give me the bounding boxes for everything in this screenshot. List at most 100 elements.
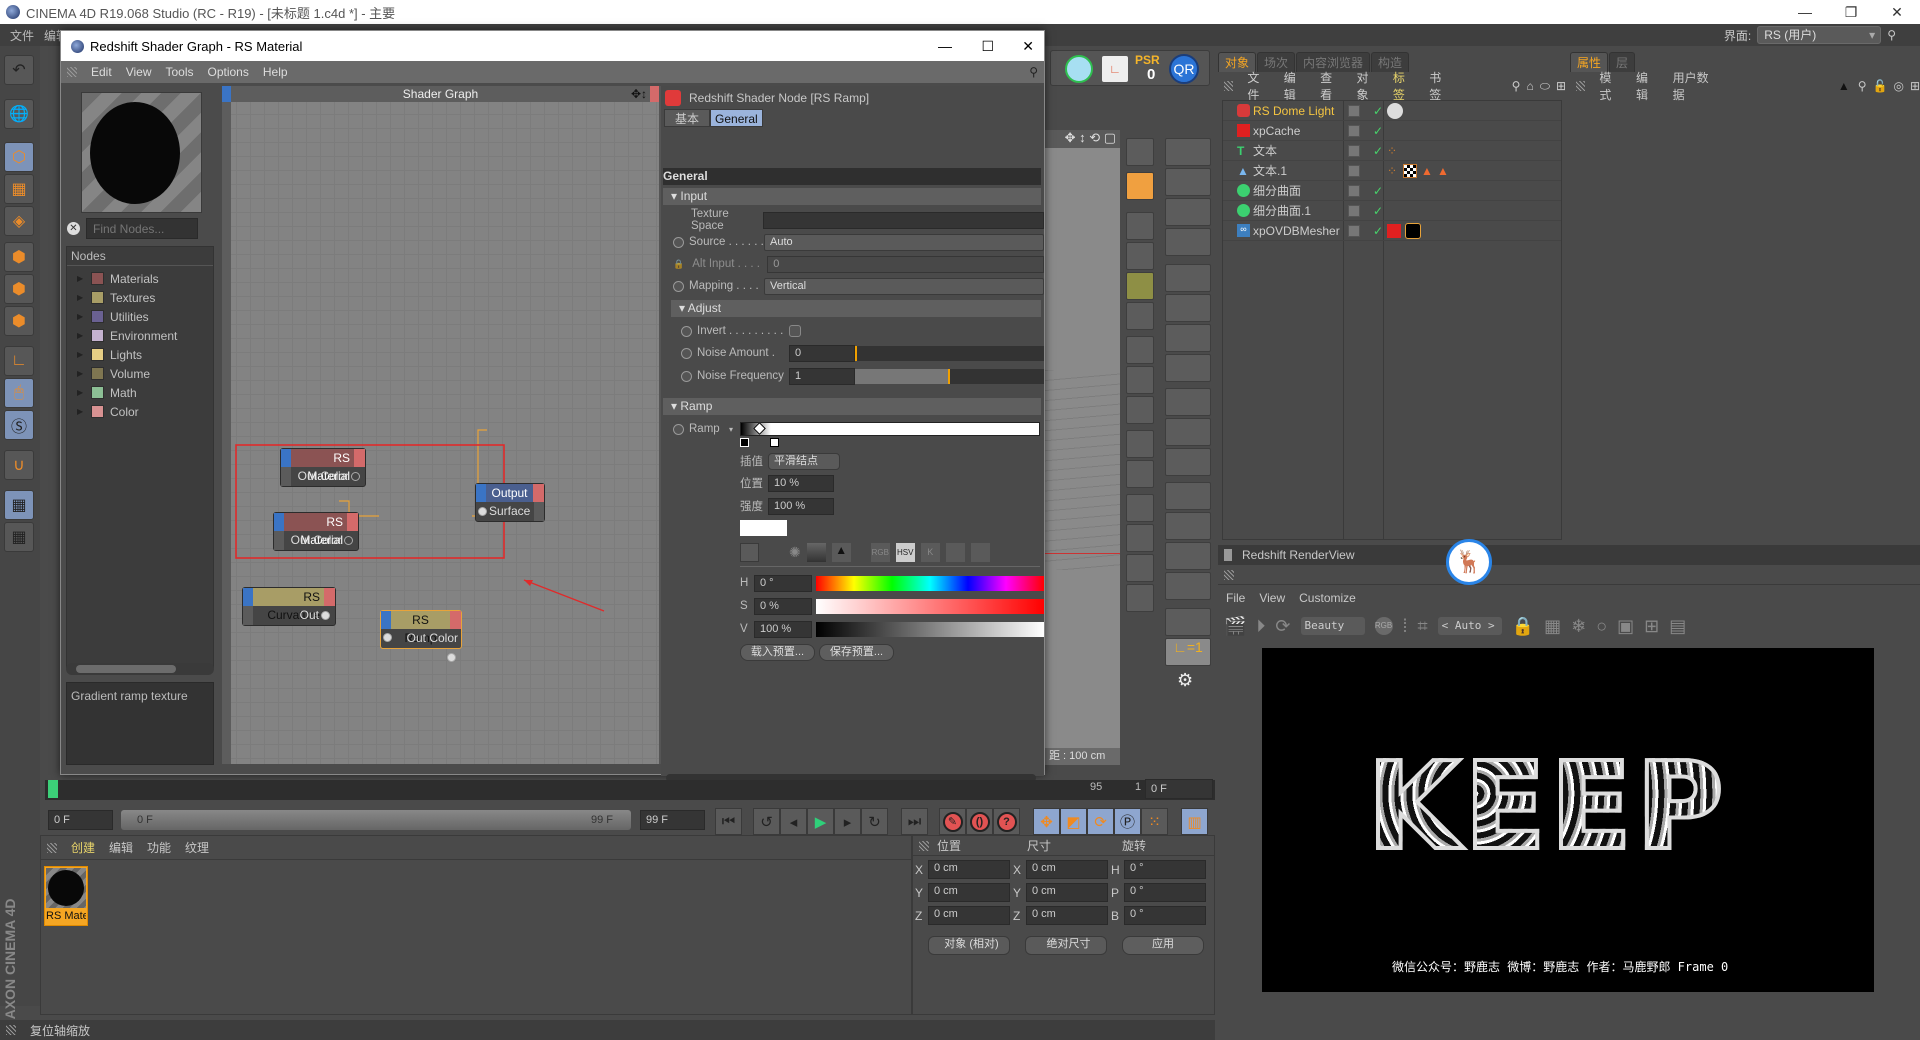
settings-gear-icon[interactable]: ⚙	[1177, 670, 1193, 691]
graph-node-output[interactable]: Output Surface	[475, 483, 545, 522]
node-category-item[interactable]: ▶ Materials	[67, 269, 213, 288]
rotation-field[interactable]: 0 °	[1124, 860, 1206, 879]
grip-icon[interactable]	[1224, 570, 1234, 580]
texture-mode-icon[interactable]: ▦	[4, 174, 34, 204]
ramp-anim-radio[interactable]	[673, 423, 684, 435]
current-frame-field[interactable]: 0 F	[48, 810, 113, 830]
pv-icon[interactable]: ▤	[1669, 616, 1686, 637]
next-frame-button[interactable]: ▸	[834, 808, 861, 835]
invert-anim-radio[interactable]	[681, 325, 692, 337]
dither-icon[interactable]: ⁞	[1403, 616, 1408, 637]
material-thumbnail[interactable]: RS Mate	[44, 866, 88, 926]
object-row[interactable]: RS Dome Light ✓	[1223, 101, 1561, 121]
value-slider[interactable]	[816, 621, 1044, 637]
restore-button[interactable]: ❐	[1828, 0, 1874, 24]
node-category-item[interactable]: ▶ Math	[67, 383, 213, 402]
play-button[interactable]: ▶	[807, 808, 834, 835]
output-port[interactable]	[351, 472, 360, 482]
interp-dropdown[interactable]: 平滑结点	[768, 452, 840, 470]
output-port[interactable]	[447, 653, 456, 663]
spread-icon[interactable]	[740, 542, 759, 562]
array-icon[interactable]	[1165, 138, 1211, 166]
v-field[interactable]: 100 %	[754, 620, 812, 638]
mm-menu-create[interactable]: 创建	[71, 839, 95, 856]
object-name[interactable]: 细分曲面	[1253, 182, 1301, 199]
plane-deform-8-icon[interactable]	[1165, 512, 1211, 540]
tab-general[interactable]: General	[710, 109, 763, 127]
section-ramp[interactable]: ▾ Ramp	[663, 398, 1041, 415]
key-rotation-button[interactable]: ⟳	[1087, 808, 1114, 835]
expand-arrow-icon[interactable]: ▶	[77, 407, 85, 416]
sg-minimize-button[interactable]: —	[938, 38, 952, 54]
brush-tool-icon[interactable]	[1126, 172, 1154, 200]
size-field[interactable]: 0 cm	[1026, 860, 1108, 879]
autokey-button[interactable]: ()	[966, 808, 993, 835]
model-mode-icon[interactable]: ⬡	[4, 142, 34, 172]
am-arrow-icon[interactable]: ▲	[1838, 79, 1850, 93]
mm-menu-texture[interactable]: 纹理	[185, 839, 209, 856]
hsv-mode-button[interactable]: HSV	[895, 542, 915, 562]
lock-icon[interactable]: 🔒	[1512, 616, 1534, 637]
timeline-right-field[interactable]: 0 F	[1145, 779, 1213, 799]
layer-toggle[interactable]	[1348, 164, 1360, 177]
workplane-icon[interactable]: ◈	[4, 206, 34, 236]
find-nodes-input[interactable]	[86, 218, 198, 239]
bevel-icon[interactable]	[1126, 336, 1154, 364]
add-snapshot-icon[interactable]: ⊞	[1644, 616, 1659, 637]
aov-dropdown[interactable]: Beauty	[1300, 617, 1365, 635]
grid-cut-icon[interactable]	[1126, 460, 1154, 488]
crop-icon[interactable]: ⌗	[1418, 616, 1428, 637]
scheme-button[interactable]: ▥	[1181, 808, 1208, 835]
graph-node-rs-material[interactable]: RS Material Out Color	[280, 448, 366, 487]
am-menu-edit[interactable]: 编辑	[1636, 69, 1659, 103]
keyframe-selection-button[interactable]: ?	[993, 808, 1020, 835]
am-menu-mode[interactable]: 模式	[1599, 69, 1622, 103]
mm-menu-function[interactable]: 功能	[147, 839, 171, 856]
expand-arrow-icon[interactable]: ▶	[77, 388, 85, 397]
viewport[interactable]: ✥ ↕ ⟲ ▢ 距 : 100 cm	[1045, 130, 1120, 765]
om-menu-view[interactable]: 查看	[1320, 69, 1342, 103]
inset-icon[interactable]	[1126, 524, 1154, 552]
weld-icon[interactable]	[1126, 396, 1154, 424]
plane-deform-2-icon[interactable]	[1165, 294, 1211, 322]
polygon-pen-icon[interactable]	[1126, 272, 1154, 300]
source-dropdown[interactable]: Auto	[764, 233, 1044, 251]
recycle-icon[interactable]	[1165, 608, 1211, 636]
sg-menu-tools[interactable]: Tools	[165, 65, 193, 79]
layer-toggle[interactable]	[1348, 204, 1360, 217]
node-category-item[interactable]: ▶ Textures	[67, 288, 213, 307]
stack-icon[interactable]	[1165, 168, 1211, 196]
knife-slice-icon[interactable]	[1126, 212, 1154, 240]
node-category-item[interactable]: ▶ Environment	[67, 326, 213, 345]
mapping-anim-radio[interactable]	[673, 280, 684, 292]
go-to-end-button[interactable]: ⏭	[901, 808, 928, 835]
texture-space-field[interactable]	[763, 211, 1044, 229]
enabled-check-icon[interactable]: ✓	[1373, 184, 1383, 198]
grip-icon[interactable]	[67, 67, 77, 77]
noise-amount-slider[interactable]	[855, 345, 1044, 361]
nodes-hscrollbar[interactable]	[66, 663, 214, 675]
expand-arrow-icon[interactable]: ▶	[77, 312, 85, 321]
cube-icon[interactable]	[1126, 584, 1154, 612]
kelvin-mode-button[interactable]: K	[920, 542, 940, 562]
snap-magnet-icon[interactable]: ∪	[4, 450, 34, 480]
enabled-check-icon[interactable]: ✓	[1373, 144, 1383, 158]
selection-tag-icon[interactable]: ▲	[1421, 164, 1433, 178]
section-input[interactable]: ▾ Input	[663, 188, 1041, 205]
bridge-icon[interactable]	[1126, 366, 1154, 394]
position-field[interactable]: 10 %	[768, 474, 834, 492]
box-icon[interactable]	[1126, 494, 1154, 522]
object-name[interactable]: xpCache	[1253, 124, 1300, 138]
frame-range-slider[interactable]: 0 F 99 F	[121, 810, 631, 830]
expand-arrow-icon[interactable]: ▶	[77, 331, 85, 340]
expand-arrow-icon[interactable]: ▶	[77, 293, 85, 302]
image-picker-icon[interactable]: ▲	[831, 542, 851, 562]
sg-menu-options[interactable]: Options	[208, 65, 249, 79]
object-row[interactable]: ∞ xpOVDBMesher ✓	[1223, 221, 1561, 241]
object-row[interactable]: xpCache ✓	[1223, 121, 1561, 141]
om-eye-icon[interactable]: ⬭	[1540, 79, 1550, 94]
expand-arrow-icon[interactable]: ▶	[77, 369, 85, 378]
spline-tool-icon[interactable]	[1165, 572, 1211, 600]
node-category-item[interactable]: ▶ Utilities	[67, 307, 213, 326]
key-scale-button[interactable]: ◩	[1060, 808, 1087, 835]
